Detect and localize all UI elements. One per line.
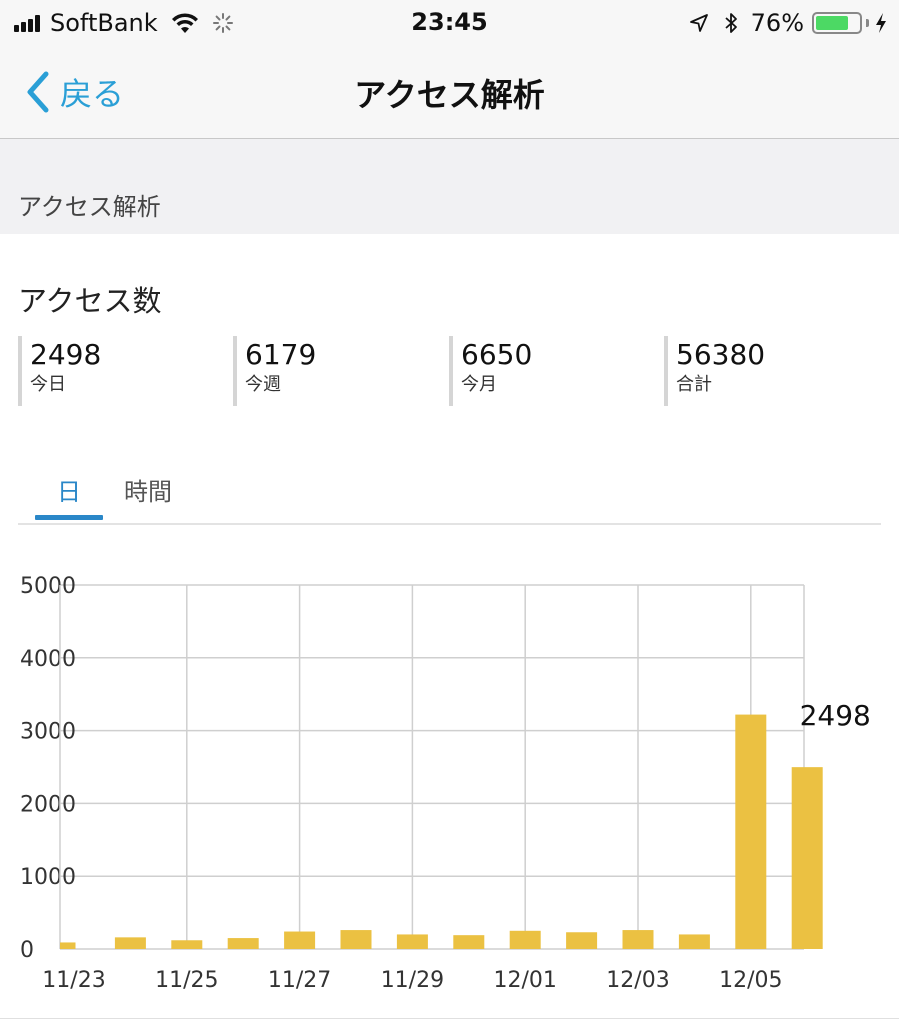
- stat-label: 今週: [245, 374, 281, 395]
- bar: [60, 942, 76, 949]
- battery-fill: [816, 16, 848, 30]
- stat-label: 今日: [30, 374, 66, 395]
- period-tabs: 日 時間: [18, 460, 881, 525]
- x-tick-label: 12/05: [719, 968, 782, 993]
- y-tick-label: 1000: [20, 865, 76, 890]
- bar: [396, 934, 428, 949]
- stat-value: 2498: [30, 338, 102, 371]
- navigation-bar: 戻る アクセス解析: [0, 46, 899, 139]
- bar: [566, 932, 598, 949]
- stat-total: 56380 合計: [664, 336, 874, 406]
- bar: [453, 935, 485, 949]
- location-arrow-icon: [689, 14, 708, 32]
- stat-label: 合計: [676, 374, 712, 395]
- x-tick-label: 11/29: [381, 968, 444, 993]
- tab-day[interactable]: 日: [35, 472, 103, 512]
- status-bar: SoftBank 23:45 76%: [0, 0, 899, 46]
- bar-chart: 0 1000 2000 3000 4000 5000 11/23 11/25 11/27 11/2…: [20, 574, 871, 993]
- x-tick-label: 11/25: [155, 968, 218, 993]
- y-tick-label: 4000: [20, 647, 76, 672]
- y-tick-label: 0: [20, 938, 34, 963]
- bar: [678, 934, 710, 949]
- bar: [171, 940, 203, 949]
- bluetooth-icon: [725, 13, 737, 33]
- bar: [227, 938, 259, 949]
- bar: [340, 930, 372, 949]
- status-right: 76%: [689, 8, 887, 38]
- y-tick-label: 5000: [20, 574, 76, 599]
- charging-bolt-icon: [876, 13, 886, 33]
- battery-icon: [812, 12, 862, 34]
- stat-week: 6179 今週: [233, 336, 443, 406]
- section-header: アクセス解析: [0, 139, 899, 234]
- stat-today: 2498 今日: [18, 336, 228, 406]
- stat-value: 6179: [245, 338, 317, 371]
- tab-hour[interactable]: 時間: [113, 472, 183, 512]
- x-tick-label: 11/27: [268, 968, 331, 993]
- x-tick-label: 12/03: [606, 968, 669, 993]
- access-chart: 0 1000 2000 3000 4000 5000 11/23 11/25 11/27 11/2…: [0, 560, 899, 1000]
- access-stats: 2498 今日 6179 今週 6650 今月 56380 合計: [18, 336, 880, 406]
- x-tick-label: 12/01: [493, 968, 556, 993]
- stat-label: 今月: [461, 374, 497, 395]
- stat-value: 56380: [676, 338, 766, 371]
- y-tick-label: 3000: [20, 720, 76, 745]
- section-header-label: アクセス解析: [18, 193, 161, 221]
- bar: [622, 930, 654, 949]
- data-label: 2498: [800, 699, 871, 732]
- page-title: アクセス解析: [354, 76, 545, 114]
- x-tick-label: 11/23: [42, 968, 105, 993]
- battery-percent: 76%: [750, 9, 804, 37]
- bar: [509, 930, 541, 949]
- bar: [114, 937, 146, 949]
- stat-month: 6650 今月: [449, 336, 659, 406]
- bar: [735, 714, 767, 949]
- bar: [791, 767, 823, 949]
- battery-nub: [866, 19, 869, 27]
- stat-value: 6650: [461, 338, 533, 371]
- y-tick-label: 2000: [20, 792, 76, 817]
- active-tab-indicator: [35, 515, 103, 520]
- access-count-title: アクセス数: [18, 284, 162, 318]
- bottom-divider: [0, 1018, 899, 1019]
- bar: [284, 931, 316, 949]
